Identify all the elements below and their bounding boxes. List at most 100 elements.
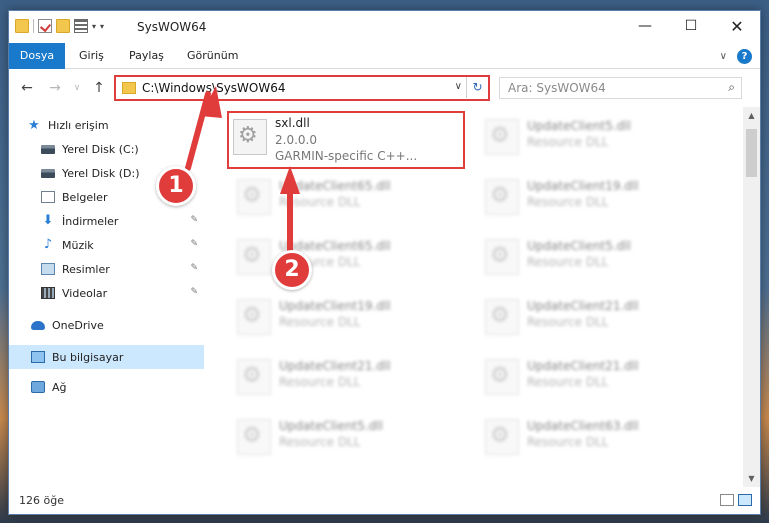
music-icon: ♪	[43, 237, 53, 252]
file-description: Resource DLL	[527, 255, 609, 269]
expand-ribbon-icon[interactable]: ∨	[720, 51, 727, 62]
list-item[interactable]: UpdateClient21.dll Resource DLL	[475, 351, 715, 401]
sidebar-item-this-pc[interactable]: Bu bilgisayar	[9, 345, 204, 369]
help-icon[interactable]: ?	[737, 49, 752, 64]
dll-file-icon	[485, 359, 519, 395]
sidebar-item-label: Yerel Disk (D:)	[62, 166, 140, 180]
explorer-window: ▾ ▾ SysWOW64 — ☐ ✕ Dosya Giriş Paylaş Gö…	[8, 10, 761, 515]
tab-home[interactable]: Giriş	[67, 43, 116, 69]
download-icon: ⬇	[42, 213, 54, 228]
sidebar-item-disk-c[interactable]: Yerel Disk (C:)	[9, 137, 204, 161]
list-item[interactable]: UpdateClient5.dll Resource DLL	[475, 231, 715, 281]
quick-access-toolbar: ▾ ▾	[15, 19, 104, 33]
dll-file-icon	[485, 299, 519, 335]
sidebar-item-label: Müzik	[62, 238, 94, 252]
sidebar-item-label: Belgeler	[62, 190, 108, 204]
sidebar-item-label: Yerel Disk (C:)	[62, 142, 139, 156]
details-view-icon[interactable]	[720, 494, 734, 506]
tab-view[interactable]: Görünüm	[175, 43, 250, 69]
forward-button[interactable]: →	[45, 80, 65, 96]
up-button[interactable]: ↑	[89, 80, 109, 96]
file-description: Resource DLL	[527, 375, 609, 389]
properties-icon[interactable]	[38, 19, 52, 33]
address-bar[interactable]: C:\Windows\SysWOW64 ∨ ↻	[114, 75, 490, 101]
sidebar-item-pictures[interactable]: Resimler ✎	[9, 257, 204, 281]
file-description: Resource DLL	[527, 315, 609, 329]
list-item[interactable]: UpdateClient63.dll Resource DLL	[475, 411, 715, 461]
recent-locations-icon[interactable]: ∨	[67, 83, 87, 93]
view-icon[interactable]	[74, 19, 88, 33]
document-icon	[41, 191, 55, 203]
list-item[interactable]: UpdateClient21.dll Resource DLL	[475, 291, 715, 341]
file-name: UpdateClient19.dll	[279, 299, 391, 313]
list-item[interactable]: UpdateClient65.dll Resource DLL	[227, 231, 467, 281]
chevron-down-icon[interactable]: ▾	[92, 22, 96, 31]
cloud-icon	[31, 320, 45, 330]
pin-icon[interactable]: ✎	[190, 239, 198, 249]
file-description: Resource DLL	[527, 435, 609, 449]
customize-toolbar-icon[interactable]: ▾	[100, 22, 104, 31]
list-item[interactable]: UpdateClient21.dll Resource DLL	[227, 351, 467, 401]
sidebar-item-onedrive[interactable]: OneDrive	[9, 313, 204, 337]
dll-file-icon	[485, 239, 519, 275]
item-count: 126 öğe	[19, 494, 64, 507]
sidebar-item-videos[interactable]: Videolar ✎	[9, 281, 204, 305]
ribbon-tabs: Dosya Giriş Paylaş Görünüm ∨ ?	[9, 43, 760, 69]
file-description: Resource DLL	[279, 435, 361, 449]
sidebar-item-label: Resimler	[62, 262, 110, 276]
folder-icon	[15, 19, 29, 33]
view-switcher	[720, 494, 752, 506]
file-list: sxl.dll 2.0.0.0 GARMIN-specific C++... U…	[213, 107, 741, 487]
video-icon	[41, 287, 55, 299]
minimize-button[interactable]: —	[622, 11, 668, 41]
list-item[interactable]: UpdateClient5.dll Resource DLL	[227, 411, 467, 461]
new-folder-icon[interactable]	[56, 19, 70, 33]
file-description: Resource DLL	[279, 315, 361, 329]
title-bar: ▾ ▾ SysWOW64 — ☐ ✕	[9, 11, 760, 43]
vertical-scrollbar[interactable]: ▲ ▼	[743, 107, 760, 487]
computer-icon	[31, 351, 45, 363]
status-bar: 126 öğe	[9, 486, 760, 514]
list-item[interactable]: UpdateClient19.dll Resource DLL	[227, 291, 467, 341]
tiles-view-icon[interactable]	[738, 494, 752, 506]
dll-file-icon	[233, 119, 267, 155]
pictures-icon	[41, 263, 55, 275]
pin-icon[interactable]: ✎	[190, 215, 198, 225]
scroll-down-icon[interactable]: ▼	[743, 474, 760, 483]
sidebar-item-music[interactable]: ♪ Müzik ✎	[9, 233, 204, 257]
scroll-up-icon[interactable]: ▲	[743, 111, 760, 120]
search-icon[interactable]: ⌕	[728, 80, 735, 95]
refresh-button[interactable]: ↻	[466, 77, 488, 98]
pin-icon[interactable]: ✎	[190, 287, 198, 297]
maximize-button[interactable]: ☐	[668, 11, 714, 41]
file-name: UpdateClient21.dll	[279, 359, 391, 373]
close-button[interactable]: ✕	[714, 11, 760, 41]
file-name: sxl.dll	[275, 116, 310, 130]
sidebar-item-quick-access[interactable]: ★ Hızlı erişim	[9, 113, 204, 137]
list-item[interactable]: UpdateClient65.dll Resource DLL	[227, 171, 467, 221]
step-1-badge: 1	[156, 166, 196, 206]
navigation-pane: ★ Hızlı erişim Yerel Disk (C:) Yerel Dis…	[9, 107, 204, 487]
address-path[interactable]: C:\Windows\SysWOW64	[142, 81, 286, 95]
tab-share[interactable]: Paylaş	[117, 43, 176, 69]
dll-file-icon	[237, 239, 271, 275]
star-icon: ★	[28, 117, 40, 133]
search-box[interactable]: Ara: SysWOW64 ⌕	[499, 77, 742, 99]
file-name: UpdateClient65.dll	[279, 179, 391, 193]
dll-file-icon	[237, 299, 271, 335]
address-dropdown-icon[interactable]: ∨	[455, 81, 462, 92]
dll-file-icon	[237, 359, 271, 395]
sidebar-item-label: Hızlı erişim	[48, 118, 109, 132]
list-item[interactable]: UpdateClient19.dll Resource DLL	[475, 171, 715, 221]
list-item[interactable]: UpdateClient5.dll Resource DLL	[475, 111, 715, 161]
sidebar-item-label: Videolar	[62, 286, 108, 300]
sidebar-item-downloads[interactable]: ⬇ İndirmeler ✎	[9, 209, 204, 233]
pin-icon[interactable]: ✎	[190, 263, 198, 273]
file-item-selected[interactable]: sxl.dll 2.0.0.0 GARMIN-specific C++...	[227, 111, 465, 169]
tab-file[interactable]: Dosya	[9, 43, 65, 69]
scrollbar-thumb[interactable]	[746, 129, 757, 177]
back-button[interactable]: ←	[17, 80, 37, 96]
ribbon-controls: ∨ ?	[720, 49, 752, 64]
dll-file-icon	[485, 179, 519, 215]
sidebar-item-network[interactable]: Ağ	[9, 375, 204, 399]
